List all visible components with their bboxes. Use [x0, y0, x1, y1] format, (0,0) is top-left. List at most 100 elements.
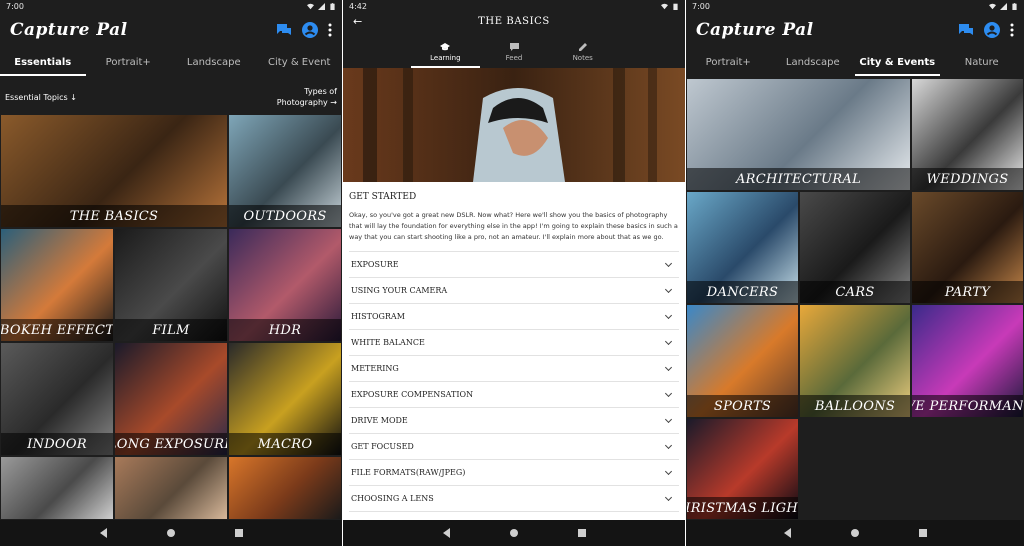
account-icon[interactable] — [984, 22, 1000, 38]
app-logo: Capture Pal — [696, 20, 814, 40]
tile-label: Live Performance — [912, 395, 1023, 417]
accordion-item-types-of-lens[interactable]: Types of Lens — [349, 512, 679, 520]
screen-essentials: 7:00 Capture Pal Essentials Portrait+ La… — [0, 0, 342, 546]
tile-label: Long Exposure — [115, 433, 227, 455]
screen-the-basics: 4:42 ← The Basics Learning Feed Notes — [343, 0, 685, 546]
nav-recent-icon[interactable] — [577, 529, 586, 537]
tile-film[interactable]: Film — [114, 228, 228, 342]
tile-balloons[interactable]: Balloons — [799, 304, 911, 418]
chevron-down-icon — [664, 337, 673, 345]
wifi-icon — [307, 3, 314, 9]
status-time: 7:00 — [6, 1, 24, 11]
account-icon[interactable] — [302, 22, 318, 38]
accordion-item-exposure[interactable]: Exposure — [349, 252, 679, 278]
accordion-item-get-focused[interactable]: Get Focused — [349, 434, 679, 460]
pencil-icon — [578, 42, 587, 51]
chevron-down-icon — [664, 389, 673, 397]
system-nav-bar — [686, 520, 1024, 546]
accordion-item-histogram[interactable]: Histogram — [349, 304, 679, 330]
tab-nature[interactable]: Nature — [940, 48, 1024, 76]
tile-long-exposure[interactable]: Long Exposure — [114, 342, 228, 456]
tab-feed[interactable]: Feed — [480, 38, 549, 66]
intro-paragraph: Okay, so you've got a great new DSLR. No… — [349, 211, 678, 241]
tile-label: Party — [912, 281, 1023, 303]
system-nav-bar — [0, 520, 342, 546]
tile-indoor[interactable]: Indoor — [0, 342, 114, 456]
app-bar: Capture Pal — [686, 12, 1024, 48]
more-vert-icon[interactable] — [328, 23, 332, 37]
tab-landscape[interactable]: Landscape — [771, 48, 856, 76]
accordion-item-white-balance[interactable]: White Balance — [349, 330, 679, 356]
section-heading: Get Started — [349, 192, 417, 202]
nav-recent-icon[interactable] — [918, 529, 927, 537]
tile-weddings[interactable]: Weddings — [911, 78, 1024, 191]
tile-blank[interactable] — [114, 456, 228, 520]
hero-photo — [343, 68, 685, 182]
tile-cars[interactable]: Cars — [799, 191, 911, 304]
nav-back-icon[interactable] — [99, 528, 107, 538]
nav-home-icon[interactable] — [850, 529, 859, 537]
screen-city-events: 7:00 Capture Pal Portrait+ Landscape Cit… — [686, 0, 1024, 546]
tile-hdr[interactable]: HDR — [228, 228, 342, 342]
chevron-down-icon — [664, 467, 673, 475]
tab-notes-label: Notes — [572, 53, 593, 62]
tile-christmas-lights[interactable]: Christmas Lights — [686, 418, 799, 520]
nav-home-icon[interactable] — [509, 529, 518, 537]
chat-icon[interactable] — [276, 23, 292, 37]
accordion-item-choosing-a-lens[interactable]: Choosing a Lens — [349, 486, 679, 512]
hero-image — [343, 68, 685, 182]
tab-portrait[interactable]: Portrait+ — [686, 48, 771, 76]
tile-label: Bokeh Effect — [1, 319, 113, 341]
nav-home-icon[interactable] — [166, 529, 175, 537]
tile-the-basics[interactable]: The Basics — [0, 114, 228, 228]
accordion-item-drive-mode[interactable]: Drive Mode — [349, 408, 679, 434]
accordion-label: Metering — [351, 364, 399, 373]
nav-back-icon[interactable] — [442, 528, 450, 538]
chat-icon[interactable] — [958, 23, 974, 37]
tab-landscape[interactable]: Landscape — [171, 48, 257, 76]
tab-portrait[interactable]: Portrait+ — [86, 48, 172, 76]
tab-notes[interactable]: Notes — [548, 38, 617, 66]
accordion-item-file-formats-raw-jpeg[interactable]: File Formats(RAW/JPEG) — [349, 460, 679, 486]
more-vert-icon[interactable] — [1010, 23, 1014, 37]
app-bar: Capture Pal — [0, 12, 342, 48]
accordion-item-exposure-compensation[interactable]: Exposure Compensation — [349, 382, 679, 408]
chevron-down-icon — [664, 441, 673, 449]
tile-architectural[interactable]: Architectural — [686, 78, 911, 191]
feed-icon — [509, 42, 519, 51]
accordion-label: File Formats(RAW/JPEG) — [351, 468, 466, 477]
chevron-down-icon — [664, 285, 673, 293]
tab-essentials[interactable]: Essentials — [0, 48, 86, 76]
tile-label: Dancers — [687, 281, 798, 303]
tab-learning[interactable]: Learning — [411, 38, 480, 68]
nav-recent-icon[interactable] — [234, 529, 243, 537]
tile-label: Christmas Lights — [687, 497, 798, 519]
essential-topics-label: Essential Topics ↓ — [5, 92, 77, 102]
tile-blank[interactable] — [0, 456, 114, 520]
nav-back-icon[interactable] — [783, 528, 791, 538]
category-tabs: Portrait+ Landscape City & Events Nature — [686, 48, 1024, 76]
types-of-photography-link[interactable]: Types of Photography → — [277, 86, 337, 108]
tile-bokeh-effect[interactable]: Bokeh Effect — [0, 228, 114, 342]
types-label-line2: Photography → — [276, 98, 337, 107]
tile-sports[interactable]: Sports — [686, 304, 799, 418]
accordion-item-metering[interactable]: Metering — [349, 356, 679, 382]
accordion-label: Drive Mode — [351, 416, 408, 425]
accordion-label: Using your Camera — [351, 286, 448, 295]
chevron-down-icon — [664, 363, 673, 371]
status-time: 7:00 — [692, 1, 710, 11]
tile-macro[interactable]: Macro — [228, 342, 342, 456]
tile-party[interactable]: Party — [911, 191, 1024, 304]
tab-city-events[interactable]: City & Event — [257, 48, 343, 76]
tile-blank[interactable] — [228, 456, 342, 520]
signal-icon — [318, 2, 325, 10]
accordion-item-using-your-camera[interactable]: Using your Camera — [349, 278, 679, 304]
tile-label: Sports — [687, 395, 798, 417]
tab-city-events[interactable]: City & Events — [855, 48, 940, 76]
tile-outdoors[interactable]: Outdoors — [228, 114, 342, 228]
tile-dancers[interactable]: Dancers — [686, 191, 799, 304]
battery-icon — [673, 3, 678, 10]
status-bar: 7:00 — [686, 0, 1024, 12]
tile-live-performance[interactable]: Live Performance — [911, 304, 1024, 418]
tile-label: Cars — [800, 281, 910, 303]
